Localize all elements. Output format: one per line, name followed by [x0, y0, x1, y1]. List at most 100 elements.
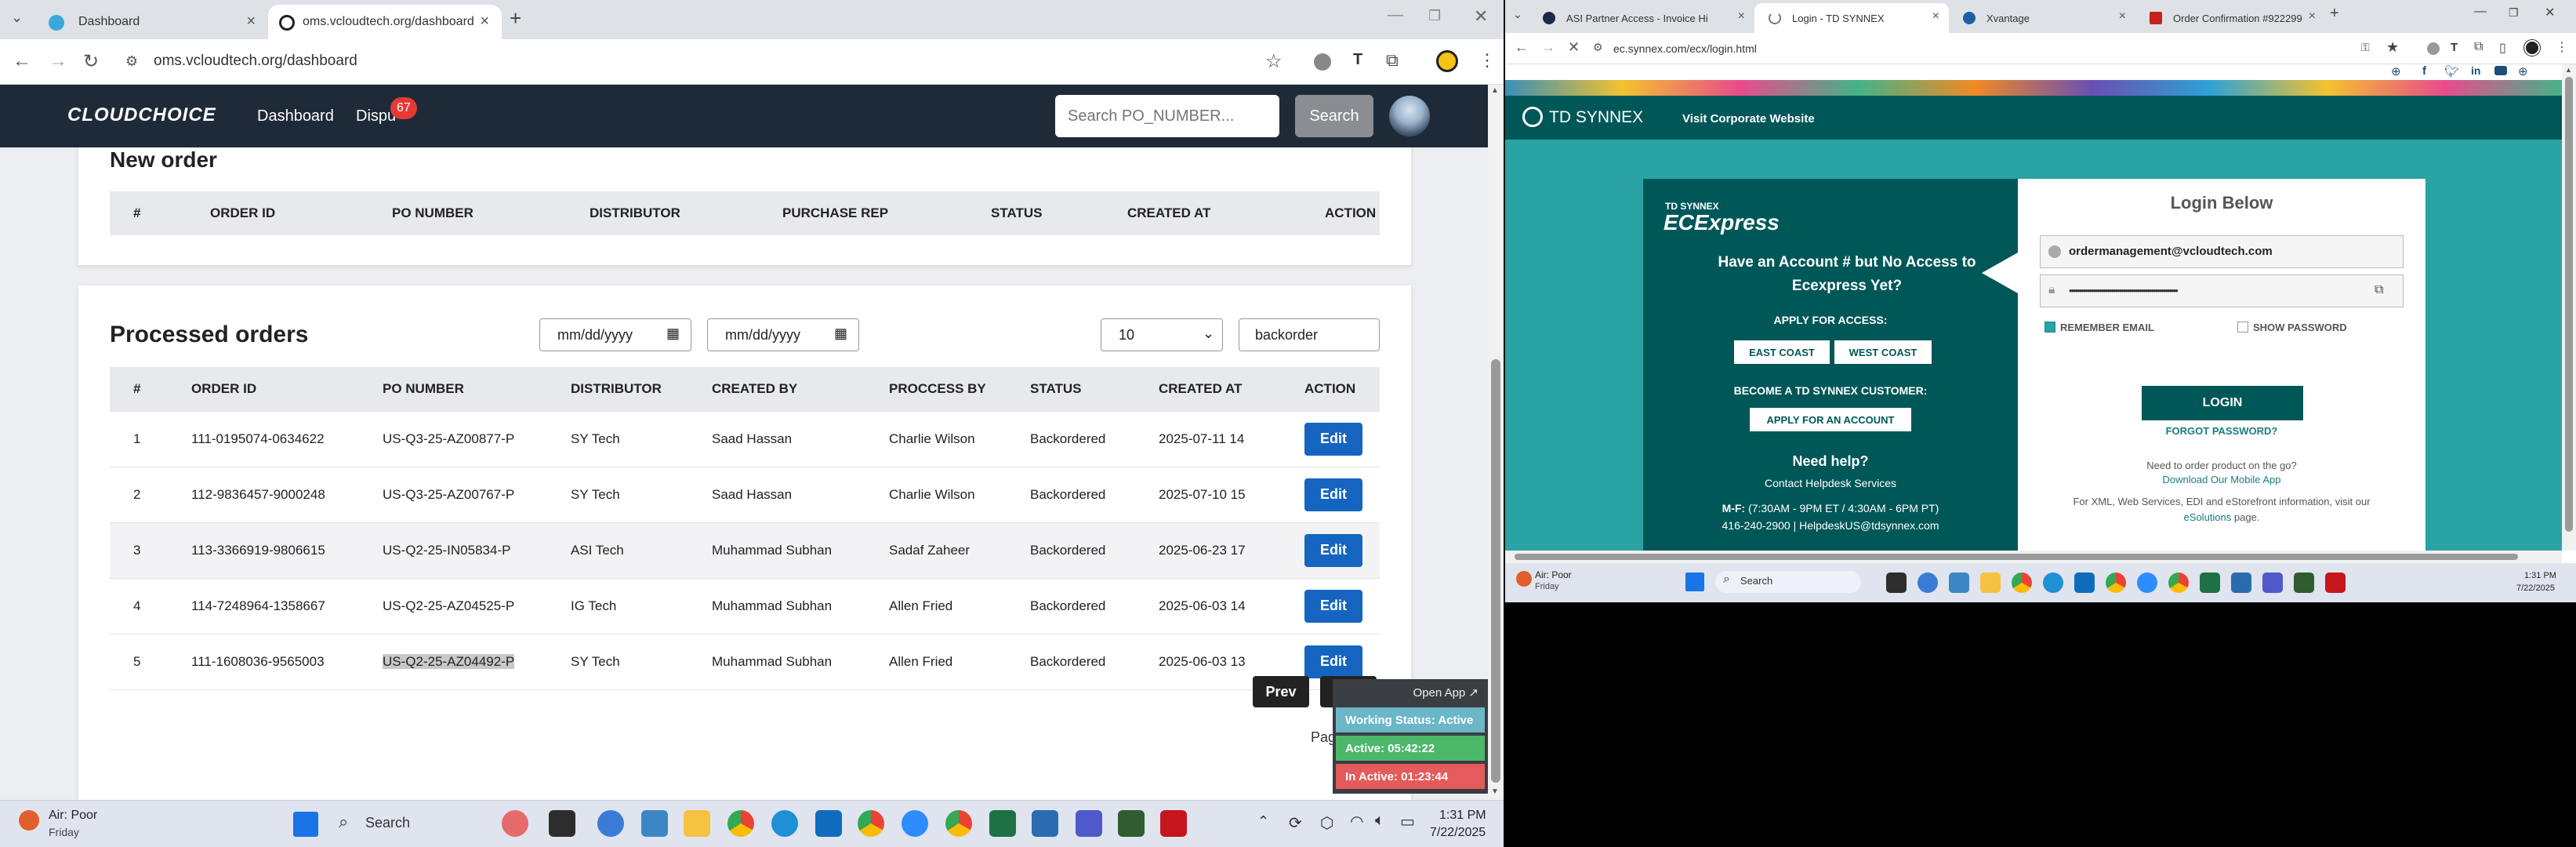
tray-icon[interactable]: ⬡ [1320, 813, 1333, 833]
minimize-icon[interactable]: — [2474, 5, 2487, 19]
clock-date[interactable]: 7/22/2025 [1430, 826, 1486, 840]
zoom-icon[interactable] [2137, 573, 2157, 593]
notepad-icon[interactable] [2294, 573, 2314, 593]
password-manager-icon[interactable]: ⧉ [2375, 283, 2383, 297]
acrobat-icon[interactable] [2325, 573, 2346, 593]
extensions-puzzle-icon[interactable]: ⧉ [1386, 50, 1399, 71]
extension-icon[interactable] [2427, 42, 2440, 55]
excel-icon[interactable] [2200, 573, 2220, 593]
wifi-icon[interactable]: ◠ [1350, 812, 1363, 831]
linkedin-icon[interactable]: in [2471, 64, 2480, 77]
file-explorer-icon[interactable] [1886, 573, 1907, 593]
tab-list-chevron-icon[interactable]: ⌄ [1513, 8, 1522, 21]
cloudchoice-logo[interactable]: CLOUDCHOICE [67, 104, 216, 126]
chrome-icon[interactable] [858, 810, 884, 837]
close-icon[interactable]: × [246, 13, 256, 31]
apply-account-button[interactable]: APPLY FOR AN ACCOUNT [1750, 408, 1911, 431]
windows-start-icon[interactable] [293, 812, 318, 837]
taskbar-search-icon[interactable]: ⌕ [339, 812, 348, 832]
window-close-icon[interactable]: ✕ [2545, 5, 2555, 20]
calendar-icon[interactable]: ▦ [834, 325, 847, 342]
forgot-password-link[interactable]: FORGOT PASSWORD? [2018, 425, 2425, 437]
site-info-icon[interactable]: ⚙ [125, 53, 138, 70]
remember-email-label[interactable]: REMEMBER EMAIL [2060, 322, 2154, 333]
new-tab-icon[interactable]: + [2330, 5, 2339, 23]
weather-status[interactable]: Air: Poor [49, 809, 97, 823]
calendar-icon[interactable]: ▦ [666, 325, 680, 342]
calculator-icon[interactable] [641, 810, 668, 837]
prev-button[interactable]: Prev [1253, 676, 1309, 707]
edge-icon[interactable] [2043, 573, 2063, 593]
youtube-icon[interactable] [2494, 66, 2507, 75]
chrome-icon[interactable] [945, 810, 972, 837]
url-field[interactable]: ec.synnex.com/ecx/login.html [1613, 42, 1757, 55]
helpdesk-contact[interactable]: 416-240-2900 | HelpdeskUS@tdsynnex.com [1643, 519, 2018, 532]
close-icon[interactable]: × [480, 13, 489, 31]
taskbar-search-label[interactable]: Search [365, 815, 410, 831]
back-icon[interactable]: ← [13, 50, 31, 72]
url-field[interactable]: oms.vcloudtech.org/dashboard [154, 53, 357, 70]
right-horizontal-scrollbar[interactable] [1505, 551, 2562, 563]
window-close-icon[interactable]: ✕ [1474, 6, 1488, 27]
user-avatar[interactable] [1389, 96, 1430, 136]
scrollbar-thumb[interactable] [1491, 359, 1500, 783]
edit-button[interactable]: Edit [1304, 533, 1362, 567]
west-coast-button[interactable]: WEST COAST [1834, 340, 1932, 364]
weather-status[interactable]: Air: Poor [1535, 569, 1572, 580]
remote-desktop-icon[interactable] [1032, 810, 1058, 837]
taskbar-search-icon[interactable]: ⌕ [1723, 573, 1730, 587]
chrome-icon[interactable] [2168, 573, 2189, 593]
profile-avatar-icon[interactable] [1436, 50, 1458, 72]
facebook-icon[interactable]: f [2422, 64, 2426, 78]
date-to-input[interactable]: mm/dd/yyyy ▦ [707, 318, 859, 351]
tab-asi-partner[interactable]: ASI Partner Access - Invoice Hi × [1529, 3, 1754, 33]
show-password-checkbox[interactable] [2237, 322, 2248, 333]
chrome-icon[interactable] [2106, 573, 2126, 593]
tab-list-chevron-icon[interactable]: ⌄ [11, 9, 23, 26]
minimize-icon[interactable]: — [1388, 6, 1403, 24]
chrome-icon[interactable] [727, 810, 754, 837]
east-coast-button[interactable]: EAST COAST [1734, 340, 1830, 364]
password-key-icon[interactable]: ⚿ [2361, 41, 2370, 54]
search-button[interactable]: Search [1295, 95, 1373, 137]
scroll-up-icon[interactable]: ▲ [2565, 66, 2572, 74]
sidebar-icon[interactable]: ▯ [2499, 40, 2506, 56]
edit-button[interactable]: Edit [1304, 478, 1362, 511]
profile-avatar-icon[interactable] [2524, 40, 2540, 56]
taskbar-search-label[interactable]: Search [1740, 575, 1772, 587]
twitter-icon[interactable]: 🐦︎ [2444, 64, 2459, 78]
close-icon[interactable]: × [2309, 9, 2316, 24]
password-field[interactable]: 🔒︎ •••••••••••••••••••••••••••••••••••••… [2040, 274, 2404, 307]
reload-icon[interactable]: ↻ [83, 50, 99, 73]
app-icon[interactable] [597, 810, 624, 837]
battery-icon[interactable]: ▭ [1400, 812, 1415, 831]
forward-icon[interactable]: → [49, 50, 67, 72]
restore-icon[interactable]: ❐ [2509, 6, 2519, 20]
tab-xvantage[interactable]: Xvantage × [1949, 3, 2135, 33]
volume-icon[interactable]: 🔈︎ [1375, 812, 1384, 830]
stop-loading-icon[interactable]: ✕ [1568, 39, 1580, 56]
close-icon[interactable]: × [2119, 9, 2126, 24]
tab-dashboard[interactable]: Dashboard × [33, 5, 268, 39]
translate-icon[interactable]: T [2451, 41, 2458, 54]
excel-icon[interactable] [989, 810, 1016, 837]
horizontal-scrollbar-thumb[interactable] [1515, 554, 2518, 560]
app-icon[interactable] [1917, 573, 1938, 593]
copilot-icon[interactable] [502, 810, 528, 837]
globe-icon[interactable]: ⊕ [2518, 64, 2528, 78]
windows-start-icon[interactable] [1685, 573, 1704, 591]
nav-dashboard[interactable]: Dashboard [257, 107, 334, 125]
browser-menu-icon[interactable]: ⋮ [2556, 39, 2568, 55]
page-scrollbar[interactable]: ▲ ▼ [1488, 85, 1504, 800]
td-synnex-brand[interactable]: TD SYNNEX [1549, 108, 1643, 127]
zoom-icon[interactable] [902, 810, 928, 837]
scrollbar-thumb[interactable] [2565, 77, 2573, 532]
restore-icon[interactable]: ❐ [1428, 8, 1441, 24]
folder-icon[interactable] [684, 810, 710, 837]
globe-icon[interactable]: ⊕ [2391, 64, 2401, 78]
visit-corporate-website-link[interactable]: Visit Corporate Website [1682, 112, 1815, 125]
bookmark-star-icon[interactable]: ★ [2386, 39, 2399, 56]
show-password-label[interactable]: SHOW PASSWORD [2253, 322, 2347, 333]
chrome-icon[interactable] [2012, 573, 2032, 593]
page-size-select[interactable]: 10 ⌄ [1101, 318, 1223, 351]
